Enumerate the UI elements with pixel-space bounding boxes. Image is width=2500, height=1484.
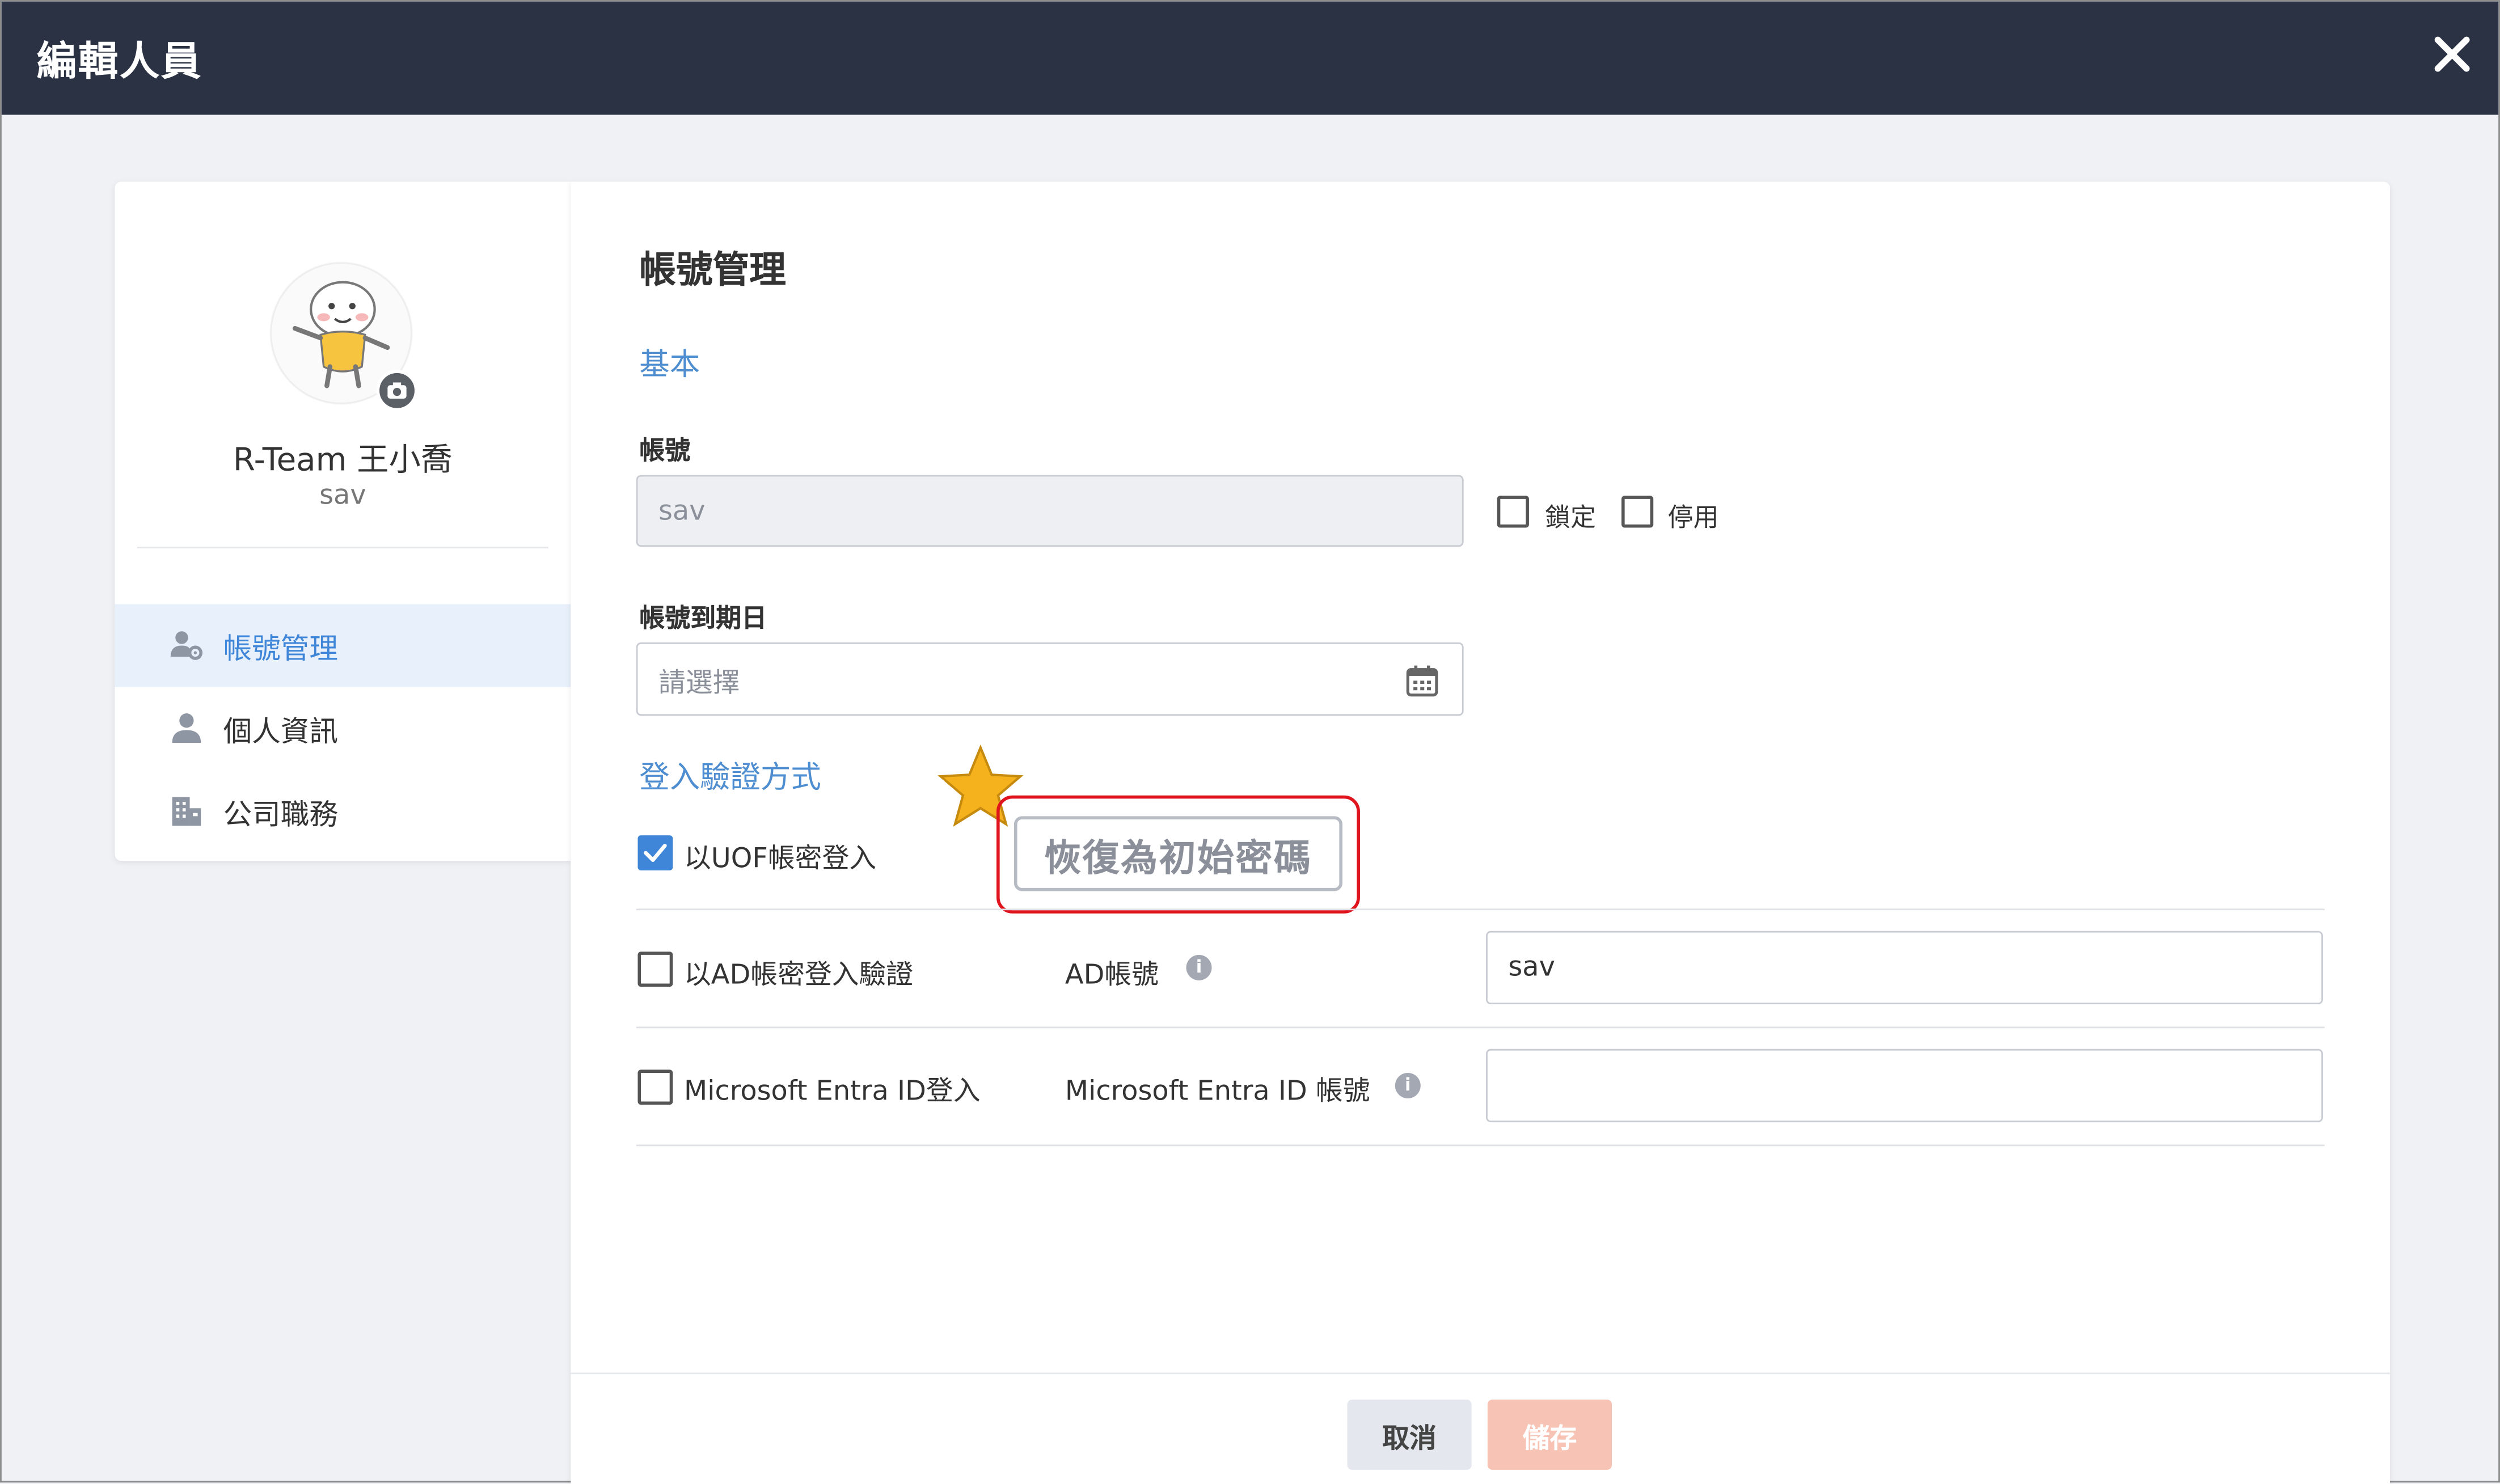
- sidebar-item-label: 個人資訊: [223, 716, 338, 750]
- info-icon[interactable]: i: [1395, 1072, 1421, 1098]
- divider: [636, 1144, 2325, 1147]
- uof-login-checkbox[interactable]: [637, 835, 673, 870]
- footer-divider: [571, 1372, 2390, 1375]
- entra-login-checkbox[interactable]: [637, 1069, 673, 1105]
- basic-section-label: 基本: [639, 347, 700, 383]
- ad-login-checkbox[interactable]: [637, 952, 673, 987]
- dialog-header: 編輯人員: [1, 1, 2499, 115]
- ad-account-input[interactable]: sav: [1486, 931, 2323, 1005]
- save-button[interactable]: 儲存: [1487, 1400, 1612, 1470]
- ad-login-label: 以AD帳密登入驗證: [684, 959, 914, 992]
- person-icon: [172, 713, 201, 743]
- edit-person-dialog: 編輯人員 R-Team 王小喬 sav 帳號管理 個人資訊 公司職務 帳號管理 …: [0, 0, 2500, 1484]
- lock-checkbox[interactable]: [1497, 496, 1529, 528]
- disable-checkbox[interactable]: [1621, 496, 1654, 528]
- sidebar-item-label: 帳號管理: [223, 633, 338, 667]
- user-account: sav: [319, 480, 366, 512]
- info-icon[interactable]: i: [1186, 954, 1212, 980]
- check-icon: [644, 843, 667, 863]
- close-icon[interactable]: [2428, 30, 2476, 78]
- entra-account-input[interactable]: [1486, 1048, 2323, 1123]
- user-gear-icon: [170, 631, 203, 660]
- divider: [636, 1026, 2325, 1029]
- entra-login-label: Microsoft Entra ID登入: [684, 1076, 981, 1108]
- dialog-title: 編輯人員: [36, 38, 203, 84]
- star-icon: [938, 744, 1024, 827]
- camera-icon[interactable]: [376, 370, 418, 412]
- account-label: 帳號: [639, 435, 691, 466]
- cancel-button[interactable]: 取消: [1347, 1400, 1472, 1470]
- lock-label: 鎖定: [1545, 502, 1597, 532]
- sidebar-item-company-position[interactable]: 公司職務: [115, 770, 571, 853]
- user-display-name: R-Team 王小喬: [233, 439, 453, 479]
- calendar-icon[interactable]: [1405, 663, 1440, 698]
- auth-method-label: 登入驗證方式: [639, 760, 821, 796]
- divider: [636, 908, 2325, 911]
- divider: [137, 547, 549, 549]
- disable-label: 停用: [1667, 502, 1719, 532]
- sidebar-item-personal-info[interactable]: 個人資訊: [115, 687, 571, 770]
- account-input: sav: [636, 475, 1464, 547]
- reset-password-button[interactable]: 恢復為初始密碼: [1013, 816, 1343, 891]
- expiry-label: 帳號到期日: [639, 602, 767, 633]
- profile-sidebar: R-Team 王小喬 sav 帳號管理 個人資訊 公司職務: [115, 181, 571, 861]
- expiry-date-input[interactable]: 請選擇: [636, 642, 1464, 716]
- sidebar-item-label: 公司職務: [223, 798, 338, 832]
- page-title: 帳號管理: [639, 250, 786, 292]
- building-icon: [172, 797, 201, 826]
- sidebar-item-account-management[interactable]: 帳號管理: [115, 604, 571, 687]
- entra-account-label: Microsoft Entra ID 帳號: [1065, 1076, 1370, 1108]
- uof-login-label: 以UOF帳密登入: [684, 843, 877, 876]
- ad-account-label: AD帳號: [1065, 959, 1159, 992]
- account-management-panel: 帳號管理 基本 帳號 sav 鎖定 停用 帳號到期日 請選擇 登入驗證方式 以U…: [571, 181, 2390, 1484]
